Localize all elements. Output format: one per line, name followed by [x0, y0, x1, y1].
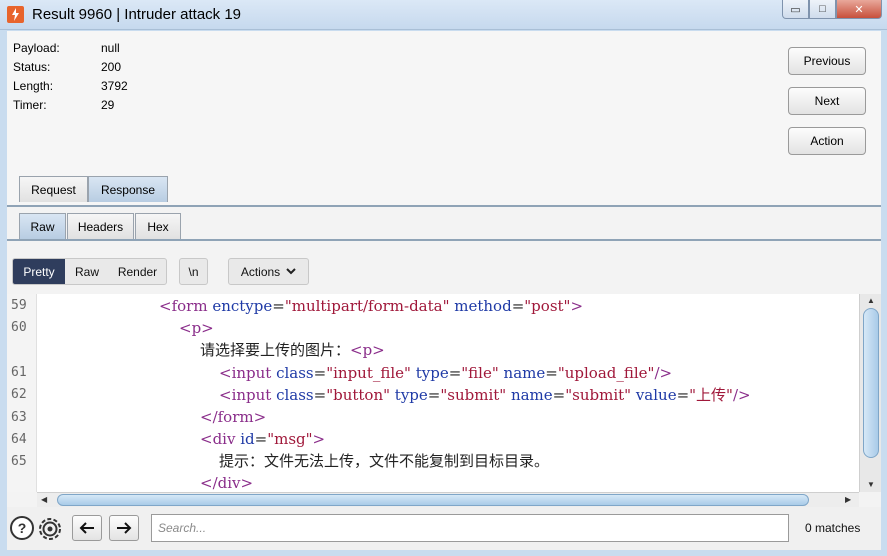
- scroll-left-arrow-icon[interactable]: ◀: [41, 495, 47, 504]
- minimize-button[interactable]: ▭: [782, 0, 809, 19]
- horizontal-scroll-thumb[interactable]: [57, 494, 809, 506]
- close-button[interactable]: ✕: [836, 0, 882, 19]
- burp-app-icon: [7, 6, 24, 23]
- scroll-down-arrow-icon[interactable]: ▼: [867, 480, 875, 489]
- raw-view-button[interactable]: Raw: [65, 259, 109, 284]
- code-line: <input class="input_file" type="file" na…: [219, 364, 673, 382]
- code-line: <form enctype="multipart/form-data" meth…: [159, 297, 584, 315]
- window-title: Result 9960 | Intruder attack 19: [32, 6, 242, 23]
- line-number: 63: [11, 410, 27, 425]
- help-icon[interactable]: ?: [10, 516, 34, 540]
- title-bar: Result 9960 | Intruder attack 19 ▭ □ ✕: [0, 0, 887, 30]
- window-controls: ▭ □ ✕: [782, 0, 882, 20]
- result-info-panel: Payload: null Status: 200 Length: 3792 T…: [7, 31, 881, 206]
- code-line: 提示：文件无法上传，文件不能复制到目标目录。: [219, 452, 550, 470]
- close-icon: ✕: [854, 3, 864, 16]
- minimize-icon: ▭: [790, 3, 801, 16]
- horizontal-scrollbar[interactable]: ◀ ▶: [37, 492, 859, 507]
- line-number-gutter: 59 60 61 62 63 64 65: [7, 294, 37, 492]
- tab-raw[interactable]: Raw: [19, 213, 66, 239]
- actions-dropdown-button[interactable]: Actions: [229, 259, 308, 284]
- view-mode-group: Pretty Raw Render: [12, 258, 167, 285]
- chevron-down-icon: [286, 268, 296, 275]
- search-bar: ? Search... 0 matches: [7, 507, 881, 550]
- tab-hex[interactable]: Hex: [135, 213, 181, 239]
- match-count: 0 matches: [805, 521, 861, 535]
- code-line: </div>: [200, 474, 254, 492]
- code-line: <input class="button" type="submit" name…: [219, 386, 751, 404]
- payload-value: null: [101, 41, 120, 55]
- vertical-scroll-thumb[interactable]: [863, 308, 879, 458]
- code-line: <div id="msg">: [200, 430, 326, 448]
- tab-request[interactable]: Request: [19, 176, 88, 202]
- payload-label: Payload:: [13, 41, 60, 55]
- result-window-body: Payload: null Status: 200 Length: 3792 T…: [7, 31, 881, 550]
- subtabs-divider: [7, 239, 881, 241]
- line-number: 60: [11, 320, 27, 335]
- length-value: 3792: [101, 79, 128, 93]
- arrow-left-icon: [79, 522, 94, 534]
- scroll-up-arrow-icon[interactable]: ▲: [867, 296, 875, 305]
- render-button[interactable]: Render: [109, 259, 166, 284]
- next-button[interactable]: Next: [788, 87, 866, 115]
- previous-button[interactable]: Previous: [788, 47, 866, 75]
- search-previous-button[interactable]: [72, 515, 102, 541]
- timer-label: Timer:: [13, 98, 47, 112]
- line-number: 64: [11, 432, 27, 447]
- line-number: 59: [11, 298, 27, 313]
- scroll-right-arrow-icon[interactable]: ▶: [845, 495, 851, 504]
- gear-icon[interactable]: [37, 516, 63, 542]
- timer-value: 29: [101, 98, 115, 112]
- actions-dropdown[interactable]: Actions: [228, 258, 309, 285]
- pretty-button[interactable]: Pretty: [13, 259, 65, 284]
- maximize-icon: □: [819, 3, 826, 15]
- length-label: Length:: [13, 79, 54, 93]
- status-value: 200: [101, 60, 122, 74]
- code-line: </form>: [200, 408, 267, 426]
- search-input[interactable]: Search...: [151, 514, 789, 542]
- vertical-scrollbar[interactable]: ▲ ▼: [859, 294, 881, 492]
- search-next-button[interactable]: [109, 515, 139, 541]
- tab-response[interactable]: Response: [88, 176, 168, 202]
- tab-headers[interactable]: Headers: [67, 213, 134, 239]
- tabs-divider: [7, 205, 881, 207]
- line-number: 61: [11, 365, 27, 380]
- line-number: 65: [11, 454, 27, 469]
- maximize-button[interactable]: □: [809, 0, 836, 19]
- newline-toggle-button[interactable]: \n: [180, 259, 207, 284]
- actions-label: Actions: [240, 264, 281, 279]
- action-button[interactable]: Action: [788, 127, 866, 155]
- code-line: <p>: [179, 319, 214, 337]
- response-code-view[interactable]: 59 60 61 62 63 64 65 <form enctype="mult…: [7, 294, 881, 492]
- newline-toggle-group: \n: [179, 258, 208, 285]
- line-number: 62: [11, 387, 27, 402]
- arrow-right-icon: [117, 522, 132, 534]
- status-label: Status:: [13, 60, 51, 74]
- code-line: 请选择要上传的图片：<p>: [200, 341, 385, 359]
